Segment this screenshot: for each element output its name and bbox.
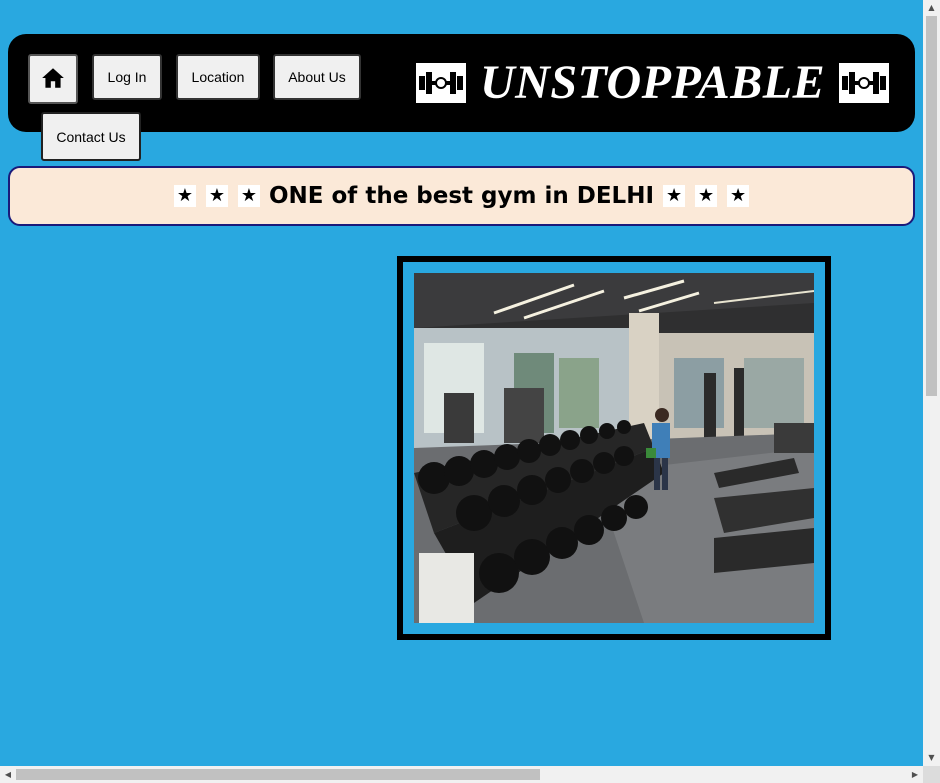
brand: UNSTOPPABLE	[416, 58, 896, 108]
location-button[interactable]: Location	[176, 54, 260, 100]
star-icon: ★	[173, 185, 196, 207]
vertical-scroll-thumb[interactable]	[926, 16, 937, 396]
contact-us-button[interactable]: Contact Us	[41, 112, 141, 161]
scroll-down-arrow-icon[interactable]: ▼	[923, 750, 940, 766]
scroll-up-arrow-icon[interactable]: ▲	[923, 0, 940, 16]
star-icon: ★	[237, 185, 260, 207]
star-icon: ★	[663, 185, 686, 207]
star-icon: ★	[727, 185, 750, 207]
dumbbell-icon	[416, 63, 466, 103]
home-button[interactable]	[28, 54, 78, 104]
home-icon	[40, 65, 66, 94]
vertical-scrollbar[interactable]: ▲ ▼	[923, 0, 940, 766]
gym-photo-frame	[397, 256, 831, 640]
about-us-button[interactable]: About Us	[273, 54, 361, 100]
star-icon: ★	[205, 185, 228, 207]
horizontal-scrollbar[interactable]: ◀ ▶	[0, 766, 923, 783]
dumbbell-icon	[839, 63, 890, 103]
brand-title: UNSTOPPABLE	[480, 56, 826, 109]
star-icon: ★	[695, 185, 718, 207]
scroll-left-arrow-icon[interactable]: ◀	[0, 766, 16, 783]
scroll-right-arrow-icon[interactable]: ▶	[907, 766, 923, 783]
horizontal-scroll-thumb[interactable]	[16, 769, 540, 780]
gym-interior-photo	[414, 273, 814, 623]
page-viewport: Log In Location About Us Contact Us UNST…	[0, 0, 923, 766]
tagline-text: ONE of the best gym in DELHI	[268, 183, 655, 209]
scrollbar-corner	[923, 766, 940, 783]
login-button[interactable]: Log In	[92, 54, 162, 100]
tagline-banner: ★ ★ ★ ONE of the best gym in DELHI ★ ★ ★	[8, 166, 915, 226]
